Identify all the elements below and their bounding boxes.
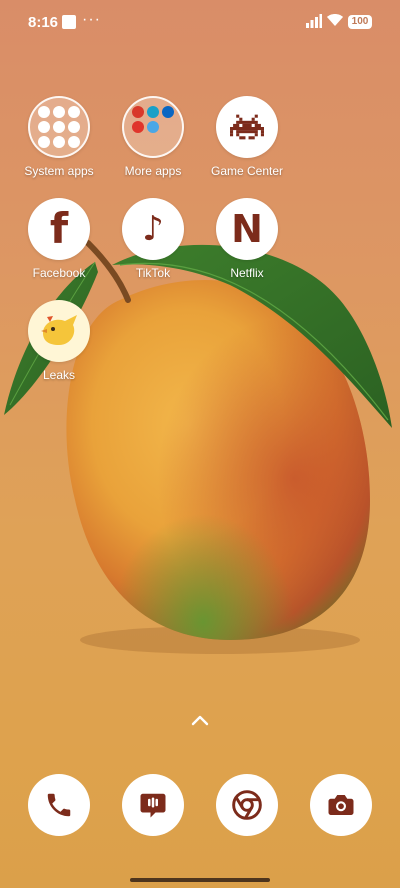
- dock-messages[interactable]: [122, 774, 184, 836]
- dock-chrome[interactable]: [216, 774, 278, 836]
- messages-icon: [140, 793, 166, 818]
- phone-icon: [47, 793, 71, 817]
- netflix-icon: N: [216, 198, 278, 260]
- app-netflix[interactable]: N Netflix: [200, 198, 294, 280]
- app-game-center[interactable]: Game Center: [200, 96, 294, 178]
- battery-icon: 100: [348, 15, 372, 29]
- signal-icon: [306, 14, 322, 28]
- home-indicator[interactable]: [130, 878, 270, 882]
- status-time: 8:16: [28, 14, 59, 31]
- facebook-icon: f: [28, 198, 90, 260]
- space-invader-icon: [216, 96, 278, 158]
- folder-icon: [28, 96, 90, 158]
- app-label: System apps: [24, 164, 94, 178]
- folder-icon: [122, 96, 184, 158]
- music-note-icon: ♪: [122, 198, 184, 260]
- app-label: More apps: [124, 164, 182, 178]
- app-label: TikTok: [135, 266, 171, 280]
- app-label: Leaks: [42, 368, 76, 382]
- dock-phone[interactable]: [28, 774, 90, 836]
- wifi-icon: [327, 14, 343, 26]
- app-label: Facebook: [32, 266, 86, 280]
- app-label: Game Center: [210, 164, 284, 178]
- app-label: Netflix: [230, 266, 264, 280]
- app-drawer-arrow-icon[interactable]: [191, 714, 209, 726]
- app-more-apps[interactable]: More apps: [106, 96, 200, 178]
- app-tiktok[interactable]: ♪ TikTok: [106, 198, 200, 280]
- status-bar: 8:16 ··· 100: [0, 0, 400, 44]
- app-facebook[interactable]: f Facebook: [12, 198, 106, 280]
- dock-camera[interactable]: [310, 774, 372, 836]
- chrome-icon: [232, 790, 262, 820]
- app-system-apps[interactable]: System apps: [12, 96, 106, 178]
- bird-icon: [28, 300, 90, 362]
- app-leaks[interactable]: Leaks: [12, 300, 106, 382]
- square-notification-icon: [62, 15, 76, 29]
- more-notifications-icon: ···: [82, 11, 101, 28]
- camera-icon: [328, 795, 354, 815]
